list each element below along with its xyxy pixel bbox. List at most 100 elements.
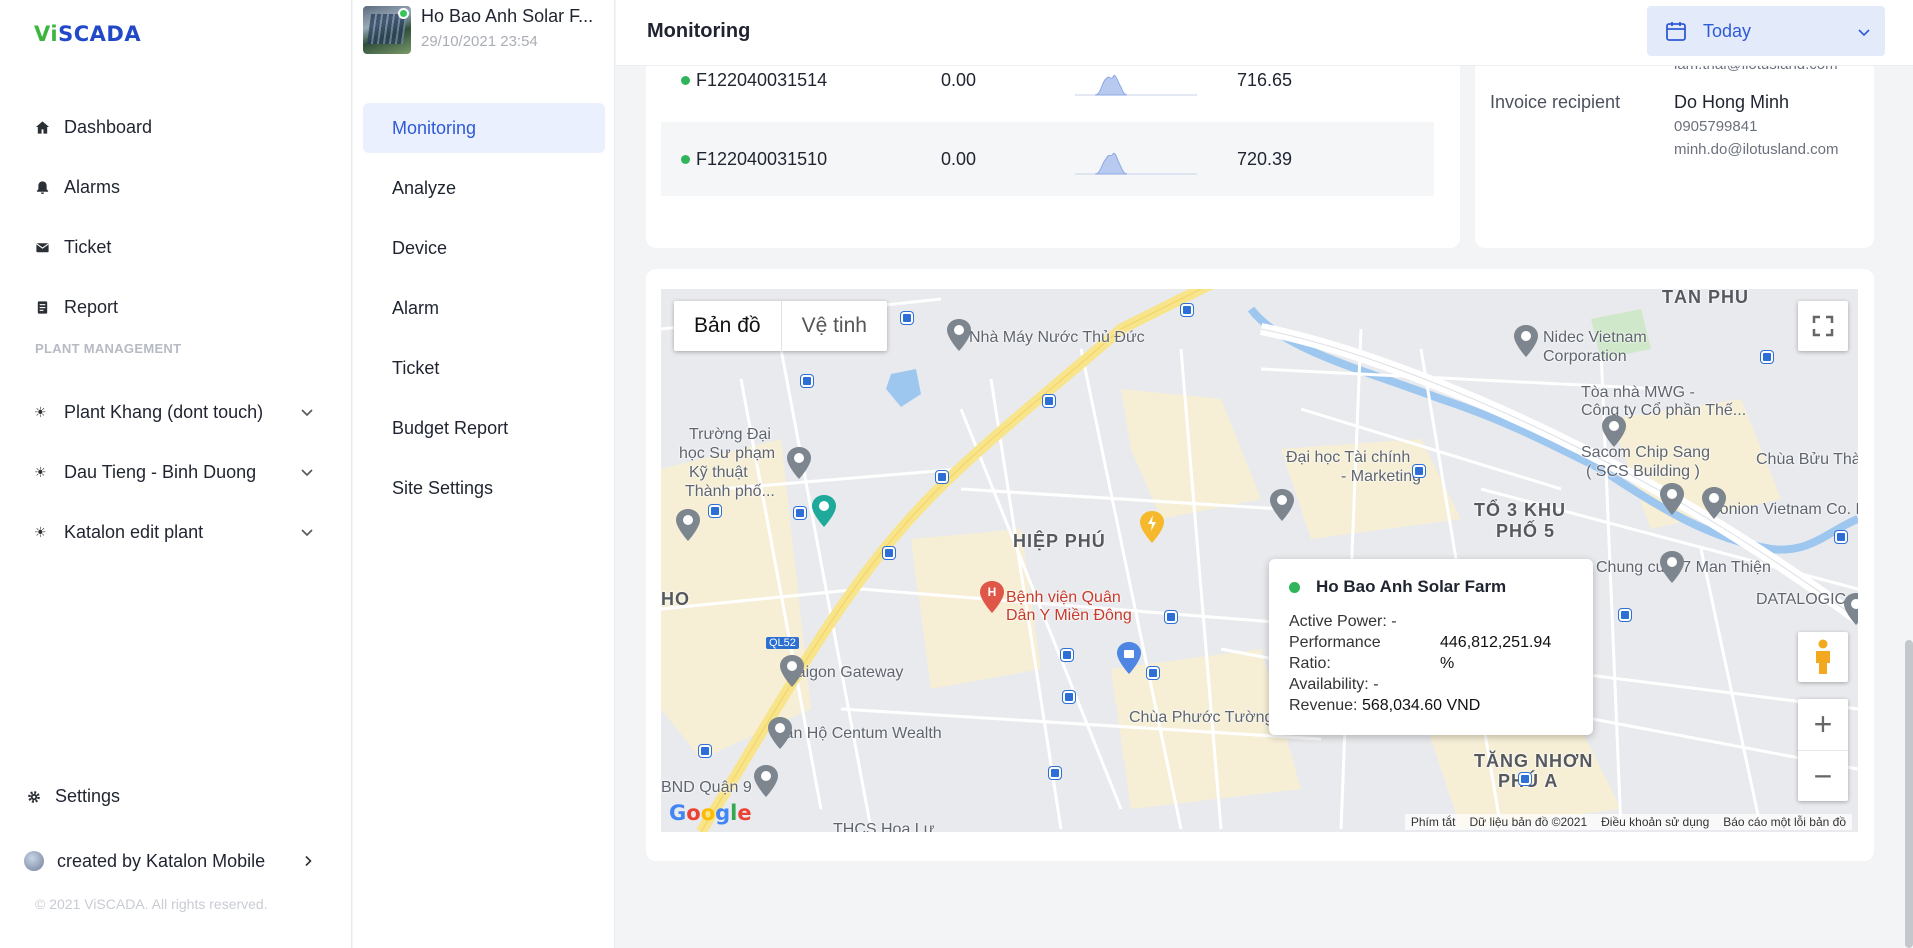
map-label: Nidec Vietnam — [1543, 329, 1647, 346]
fullscreen-button[interactable] — [1798, 301, 1848, 351]
chevron-down-icon[interactable] — [300, 465, 314, 479]
report-icon — [34, 299, 50, 315]
map-type-roadmap-button[interactable]: Bản đồ — [674, 301, 782, 351]
table-row[interactable]: F122040031510 0.00 720.39 — [661, 122, 1434, 196]
avatar — [24, 851, 44, 871]
map-data-text: Dữ liệu bản đồ ©2021 — [1469, 815, 1588, 829]
google-logo: Google — [669, 801, 752, 825]
map-pin-icon[interactable] — [1513, 325, 1539, 357]
map-pin-icon[interactable] — [1601, 415, 1627, 447]
sidebar-item-alarms[interactable]: Alarms — [34, 172, 324, 202]
map-pin-icon[interactable] — [767, 717, 793, 749]
hospital-pin-icon[interactable]: H — [979, 581, 1005, 613]
bus-stop-icon — [1165, 611, 1177, 623]
online-status-dot — [398, 8, 409, 19]
map-pin-icon[interactable] — [1659, 483, 1685, 515]
subnav-item-alarm[interactable]: Alarm — [363, 283, 605, 333]
map-label: TÂN PHÚ — [1662, 289, 1749, 307]
subnav-item-device[interactable]: Device — [363, 223, 605, 273]
bus-stop-icon — [1147, 667, 1159, 679]
page-title: Monitoring — [647, 20, 751, 42]
map-pin-icon[interactable] — [779, 655, 805, 687]
subnav-item-monitoring[interactable]: Monitoring — [363, 103, 605, 153]
info-plant-name: Ho Bao Anh Solar Farm — [1316, 577, 1507, 596]
plant-header[interactable]: Ho Bao Anh Solar F... 29/10/2021 23:54 — [363, 6, 608, 62]
date-range-picker[interactable]: Today — [1647, 6, 1885, 56]
zoom-out-button[interactable]: − — [1798, 750, 1848, 801]
section-title-plant-management: PLANT MANAGEMENT — [35, 341, 182, 356]
info-active-power: Active Power: - — [1289, 613, 1397, 630]
device-energy: 720.39 — [1237, 148, 1293, 169]
invoice-recipient-phone: 0905799841 — [1674, 118, 1758, 135]
zoom-in-button[interactable]: + — [1798, 699, 1848, 750]
info-pr-unit: % — [1440, 655, 1455, 672]
sidebar-plant-khang[interactable]: ☀ Plant Khang (dont touch) — [34, 397, 314, 427]
shopping-pin-icon[interactable] — [1116, 642, 1142, 674]
map-label: Trường Đại — [689, 426, 771, 443]
info-revenue-label: Revenue: — [1289, 697, 1358, 714]
subnav-item-budget-report[interactable]: Budget Report — [363, 403, 605, 453]
chevron-down-icon[interactable] — [300, 405, 314, 419]
sidebar-item-label: Settings — [55, 786, 121, 806]
map-card: TÂN PHÚ Nhà Máy Nước Thủ Đức Nidec Vietn… — [646, 269, 1874, 861]
sidebar-item-label: Dashboard — [64, 116, 153, 137]
map-pin-icon[interactable] — [786, 447, 812, 479]
bus-stop-icon — [901, 312, 913, 324]
street-view-button[interactable] — [1798, 632, 1848, 682]
sidebar-plant-dau-tieng[interactable]: ☀ Dau Tieng - Binh Duong — [34, 457, 314, 487]
map-pin-icon[interactable] — [1269, 489, 1295, 521]
viscada-logo[interactable]: ViSCADA — [34, 22, 141, 46]
info-pr-value: 446,812,251.94 — [1440, 634, 1552, 651]
sidebar-plant-katalon[interactable]: ☀ Katalon edit plant — [34, 517, 314, 547]
map-pin-icon[interactable] — [675, 509, 701, 541]
sidebar-item-dashboard[interactable]: Dashboard — [34, 112, 324, 142]
fullscreen-icon — [1812, 315, 1834, 337]
date-range-label: Today — [1703, 20, 1752, 41]
bus-stop-icon — [794, 507, 806, 519]
map-label: DATALOGIC — [1756, 591, 1847, 608]
copyright-text: © 2021 ViSCADA. All rights reserved. — [35, 896, 268, 912]
pegman-icon — [1816, 639, 1830, 674]
map-pin-icon[interactable] — [946, 319, 972, 351]
keyboard-shortcuts-link[interactable]: Phím tắt — [1411, 815, 1456, 829]
subnav-item-analyze[interactable]: Analyze — [363, 163, 605, 213]
map-pin-icon[interactable] — [1843, 593, 1858, 625]
map-label: Đại học Tài chính — [1286, 449, 1411, 466]
subnav-item-site-settings[interactable]: Site Settings — [363, 463, 605, 513]
page-scrollbar[interactable] — [1905, 640, 1913, 948]
main-sidebar: ViSCADA Dashboard Alarms Ticket Report P… — [0, 0, 352, 948]
svg-text:H: H — [988, 585, 997, 599]
sidebar-item-report[interactable]: Report — [34, 292, 324, 322]
info-pr-label: Performance — [1289, 634, 1381, 651]
map-label: TĂNG NHƠN — [1474, 751, 1594, 771]
solar-farm-marker-icon[interactable] — [1139, 511, 1165, 543]
subnav-item-ticket[interactable]: Ticket — [363, 343, 605, 393]
mail-icon — [34, 239, 50, 255]
map-type-satellite-button[interactable]: Vệ tinh — [782, 301, 887, 351]
bus-stop-icon — [1049, 767, 1061, 779]
teal-pin-icon[interactable] — [811, 495, 837, 527]
road-shield: QL52 — [766, 637, 799, 649]
user-menu[interactable]: created by Katalon Mobile — [24, 846, 324, 876]
map-pin-icon[interactable] — [1701, 487, 1727, 519]
bus-stop-icon — [1835, 531, 1847, 543]
map-pin-icon[interactable] — [753, 765, 779, 797]
plant-datetime: 29/10/2021 23:54 — [421, 33, 538, 50]
sidebar-item-settings[interactable]: Settings — [27, 786, 120, 807]
map-label: Corporation — [1543, 348, 1627, 365]
sun-icon: ☀ — [34, 403, 47, 420]
sidebar-plant-label: Katalon edit plant — [64, 521, 204, 542]
map-label: Bệnh viện Quân — [1006, 589, 1121, 606]
plant-map[interactable]: TÂN PHÚ Nhà Máy Nước Thủ Đức Nidec Vietn… — [661, 289, 1858, 832]
sidebar-item-ticket[interactable]: Ticket — [34, 232, 324, 262]
report-error-link[interactable]: Báo cáo một lỗi bản đồ — [1723, 815, 1846, 829]
info-revenue-value: 568,034.60 VND — [1361, 697, 1481, 714]
map-pin-icon[interactable] — [1659, 551, 1685, 583]
bus-stop-icon — [1063, 691, 1075, 703]
bell-icon — [34, 179, 50, 195]
terms-link[interactable]: Điều khoản sử dụng — [1601, 815, 1709, 829]
bus-stop-icon — [1181, 304, 1193, 316]
chevron-down-icon[interactable] — [300, 525, 314, 539]
plant-thumbnail — [363, 6, 411, 54]
map-label: Nhà Máy Nước Thủ Đức — [969, 329, 1145, 346]
